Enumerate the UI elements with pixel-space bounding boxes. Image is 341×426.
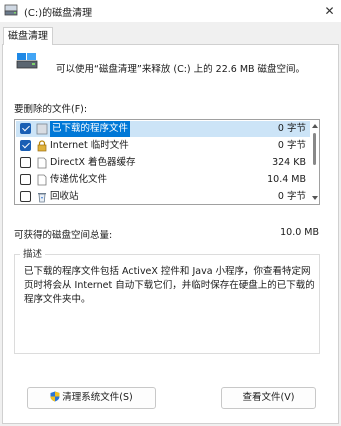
folder-icon — [36, 123, 48, 135]
close-icon: ✕ — [324, 4, 335, 18]
scrollbar[interactable] — [311, 121, 319, 203]
close-button[interactable]: ✕ — [318, 0, 341, 22]
list-item[interactable]: 回收站 0 字节 — [16, 189, 310, 204]
drive-icon — [16, 53, 38, 69]
space-gained-label: 可获得的磁盘空间总量: — [14, 230, 113, 241]
item-name: 已下载的程序文件 — [50, 121, 131, 137]
summary-text: 可以使用“磁盘清理”来释放 (C:) 上的 22.6 MB 磁盘空间。 — [56, 64, 306, 75]
item-name: 传递优化文件 — [50, 174, 108, 185]
item-name: DirectX 着色器缓存 — [50, 157, 136, 168]
item-name: Internet 临时文件 — [50, 140, 129, 151]
description-text: 已下载的程序文件包括 ActiveX 控件和 Java 小程序，你查看特定网页时… — [24, 266, 315, 305]
scroll-down-icon[interactable] — [312, 196, 318, 200]
tab-disk-cleanup[interactable]: 磁盘清理 — [3, 27, 53, 45]
item-size: 0 字节 — [277, 123, 306, 134]
disk-cleanup-app-icon — [4, 4, 18, 16]
files-to-delete-label: 要删除的文件(F): — [14, 104, 88, 115]
scroll-up-icon[interactable] — [312, 124, 318, 128]
checkbox[interactable] — [20, 191, 31, 202]
file-icon — [37, 174, 47, 186]
scroll-thumb[interactable] — [313, 133, 316, 165]
file-icon — [37, 157, 47, 169]
item-size: 324 KB — [272, 157, 306, 168]
checkbox[interactable] — [20, 157, 31, 168]
lock-icon — [37, 140, 47, 152]
item-size: 10.4 MB — [267, 174, 306, 185]
item-size: 0 字节 — [277, 140, 306, 151]
shield-icon — [50, 391, 60, 402]
file-list[interactable]: 已下载的程序文件 0 字节 Internet 临时文件 0 字节 DirectX… — [14, 119, 320, 205]
disk-cleanup-window: (C:)的磁盘清理 ✕ 磁盘清理 可以使用“磁盘清理”来释放 (C:) 上的 2… — [0, 0, 341, 426]
item-name: 回收站 — [50, 191, 79, 202]
clean-system-files-button[interactable]: 清理系统文件(S) — [27, 387, 156, 409]
list-item[interactable]: DirectX 着色器缓存 324 KB — [16, 155, 310, 171]
title-bar: (C:)的磁盘清理 ✕ — [0, 0, 341, 22]
description-title: 描述 — [20, 246, 46, 260]
checkbox[interactable] — [20, 174, 31, 185]
checkbox[interactable] — [20, 123, 31, 134]
clean-system-files-label: 清理系统文件(S) — [62, 392, 133, 403]
list-item[interactable]: 已下载的程序文件 0 字节 — [16, 121, 310, 137]
checkbox[interactable] — [20, 140, 31, 151]
space-gained-value: 10.0 MB — [280, 227, 319, 238]
view-files-button[interactable]: 查看文件(V) — [221, 387, 316, 409]
list-item[interactable]: 传递优化文件 10.4 MB — [16, 172, 310, 188]
list-item[interactable]: Internet 临时文件 0 字节 — [16, 138, 310, 154]
item-size: 0 字节 — [277, 191, 306, 202]
recycle-bin-icon — [38, 193, 46, 203]
window-title: (C:)的磁盘清理 — [24, 8, 93, 19]
